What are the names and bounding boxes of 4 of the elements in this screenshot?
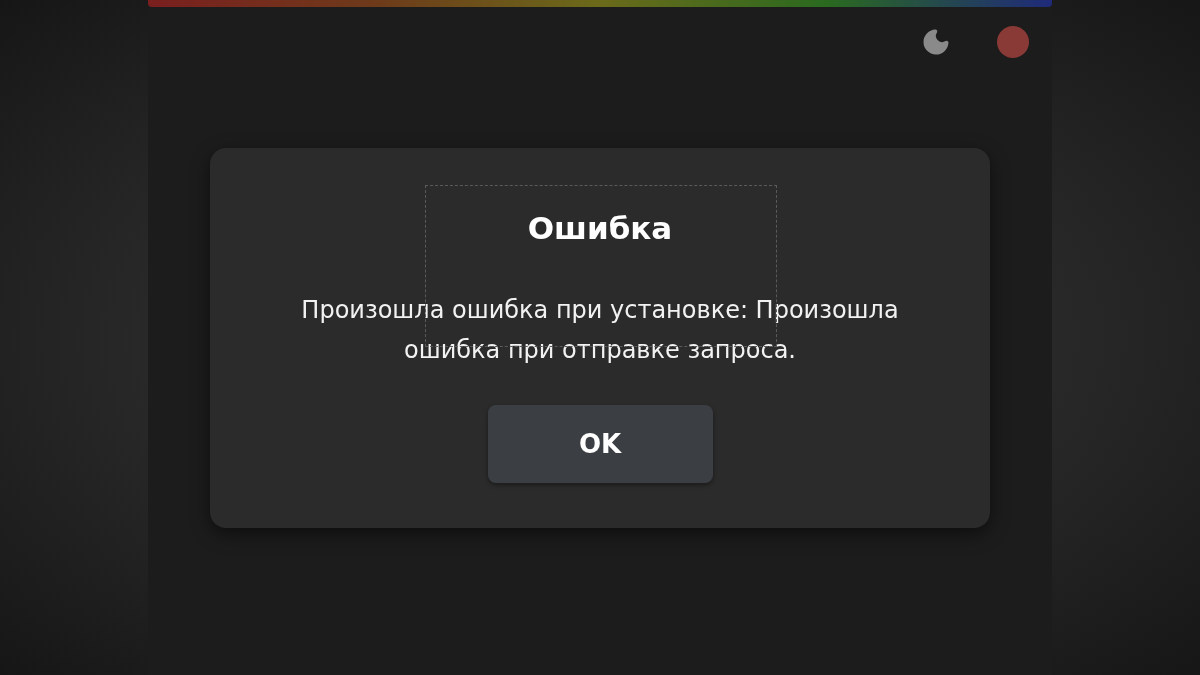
dialog-title: Ошибка [527, 209, 673, 248]
ok-button[interactable]: OK [487, 405, 713, 483]
dialog-message: Произошла ошибка при установке: Произошла ошибка при отправке запроса. [300, 295, 900, 366]
moon-icon[interactable] [921, 27, 951, 57]
